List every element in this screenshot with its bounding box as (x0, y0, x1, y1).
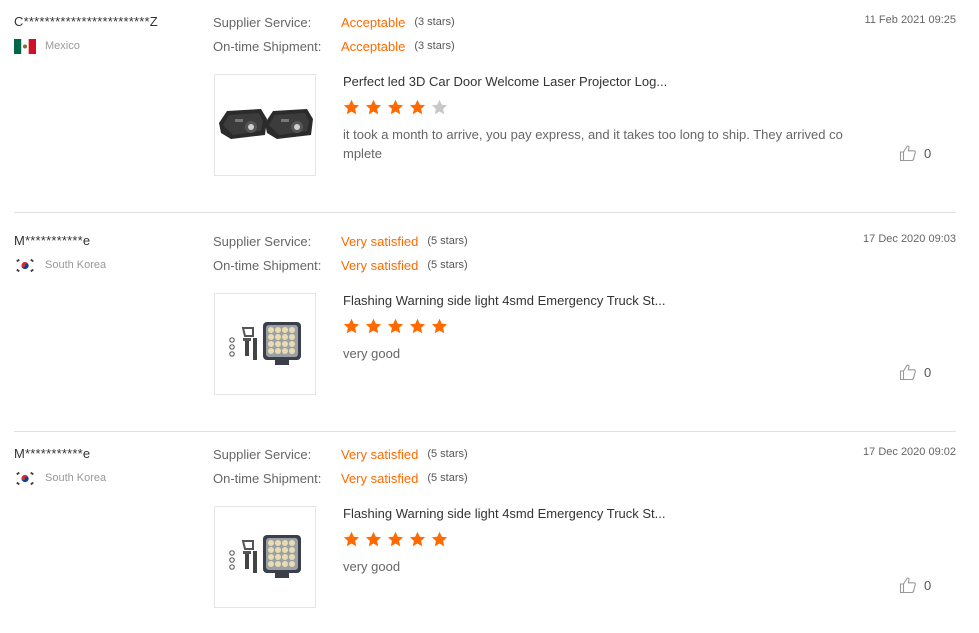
supplier-service-label: Supplier Service: (213, 14, 312, 30)
product-rating-stars (343, 318, 453, 336)
product-title-link[interactable]: Flashing Warning side light 4smd Emergen… (343, 506, 665, 521)
star-filled-icon (365, 531, 382, 547)
product-thumbnail[interactable] (214, 74, 316, 176)
shipment-label: On-time Shipment: (213, 470, 322, 486)
product-title-link[interactable]: Perfect led 3D Car Door Welcome Laser Pr… (343, 74, 667, 89)
supplier-service-label: Supplier Service: (213, 233, 312, 249)
thumbs-up-icon (899, 144, 917, 162)
shipment-value: Acceptable (341, 38, 406, 54)
review-divider (14, 212, 956, 213)
shipment-rating: On-time Shipment: Acceptable (3 stars) (213, 37, 455, 55)
reviewer-name: M***********e (14, 446, 91, 461)
reviewer-name: M***********e (14, 233, 91, 248)
mexico-flag-icon (14, 38, 36, 54)
supplier-service-rating: Supplier Service: Acceptable (3 stars) (213, 13, 455, 31)
country-name: South Korea (45, 259, 107, 271)
supplier-service-stars: (5 stars) (427, 448, 468, 460)
like-button[interactable]: 0 (899, 363, 931, 381)
review-item: M***********e South Korea Supplier Servi… (0, 219, 979, 432)
led-work-light-image (229, 322, 301, 365)
shipment-stars: (3 stars) (414, 40, 455, 52)
star-filled-icon (387, 531, 404, 547)
shipment-rating: On-time Shipment: Very satisfied (5 star… (213, 469, 468, 487)
star-filled-icon (343, 318, 360, 334)
star-filled-icon (365, 318, 382, 334)
thumbs-up-icon (899, 576, 917, 594)
reviewer-country: South Korea (14, 470, 106, 486)
thumbs-up-icon (899, 363, 917, 381)
shipment-stars: (5 stars) (427, 472, 468, 484)
product-rating-stars (343, 531, 453, 549)
review-comment: very good (343, 559, 401, 574)
star-filled-icon (343, 531, 360, 547)
like-count: 0 (924, 145, 932, 161)
star-filled-icon (343, 99, 360, 115)
supplier-service-value: Very satisfied (341, 233, 419, 249)
reviewer-country: South Korea (14, 257, 106, 273)
south-korea-flag-icon (14, 257, 36, 273)
country-name: Mexico (45, 40, 80, 52)
star-filled-icon (409, 531, 426, 547)
south-korea-flag-icon (14, 470, 36, 486)
shipment-rating: On-time Shipment: Very satisfied (5 star… (213, 256, 468, 274)
car-projector-image (219, 109, 313, 139)
review-date: 17 Dec 2020 09:02 (863, 446, 956, 458)
led-work-light-image (229, 535, 301, 578)
product-rating-stars (343, 99, 453, 117)
review-comment: it took a month to arrive, you pay expre… (343, 127, 843, 161)
supplier-service-stars: (3 stars) (414, 16, 455, 28)
star-filled-icon (409, 318, 426, 334)
reviewer-name: C************************Z (14, 14, 158, 29)
like-count: 0 (924, 364, 932, 380)
product-thumbnail[interactable] (214, 506, 316, 608)
star-empty-icon (431, 99, 448, 115)
supplier-service-label: Supplier Service: (213, 446, 312, 462)
product-thumbnail[interactable] (214, 293, 316, 395)
star-filled-icon (365, 99, 382, 115)
review-comment: very good (343, 346, 401, 361)
review-item: M***********e South Korea Supplier Servi… (0, 432, 979, 633)
star-filled-icon (431, 531, 448, 547)
product-title-link[interactable]: Flashing Warning side light 4smd Emergen… (343, 293, 665, 308)
supplier-service-rating: Supplier Service: Very satisfied (5 star… (213, 445, 468, 463)
review-item: C************************Z Mexico Suppli… (0, 0, 979, 213)
like-button[interactable]: 0 (899, 576, 931, 594)
supplier-service-rating: Supplier Service: Very satisfied (5 star… (213, 232, 468, 250)
shipment-stars: (5 stars) (427, 259, 468, 271)
supplier-service-value: Acceptable (341, 14, 406, 30)
star-filled-icon (409, 99, 426, 115)
star-filled-icon (387, 99, 404, 115)
star-filled-icon (431, 318, 448, 334)
shipment-label: On-time Shipment: (213, 38, 322, 54)
shipment-label: On-time Shipment: (213, 257, 322, 273)
shipment-value: Very satisfied (341, 257, 419, 273)
supplier-service-value: Very satisfied (341, 446, 419, 462)
review-date: 11 Feb 2021 09:25 (864, 14, 956, 26)
shipment-value: Very satisfied (341, 470, 419, 486)
country-name: South Korea (45, 472, 107, 484)
reviewer-country: Mexico (14, 38, 80, 54)
like-count: 0 (924, 577, 932, 593)
supplier-service-stars: (5 stars) (427, 235, 468, 247)
like-button[interactable]: 0 (899, 144, 931, 162)
review-date: 17 Dec 2020 09:03 (863, 233, 956, 245)
star-filled-icon (387, 318, 404, 334)
